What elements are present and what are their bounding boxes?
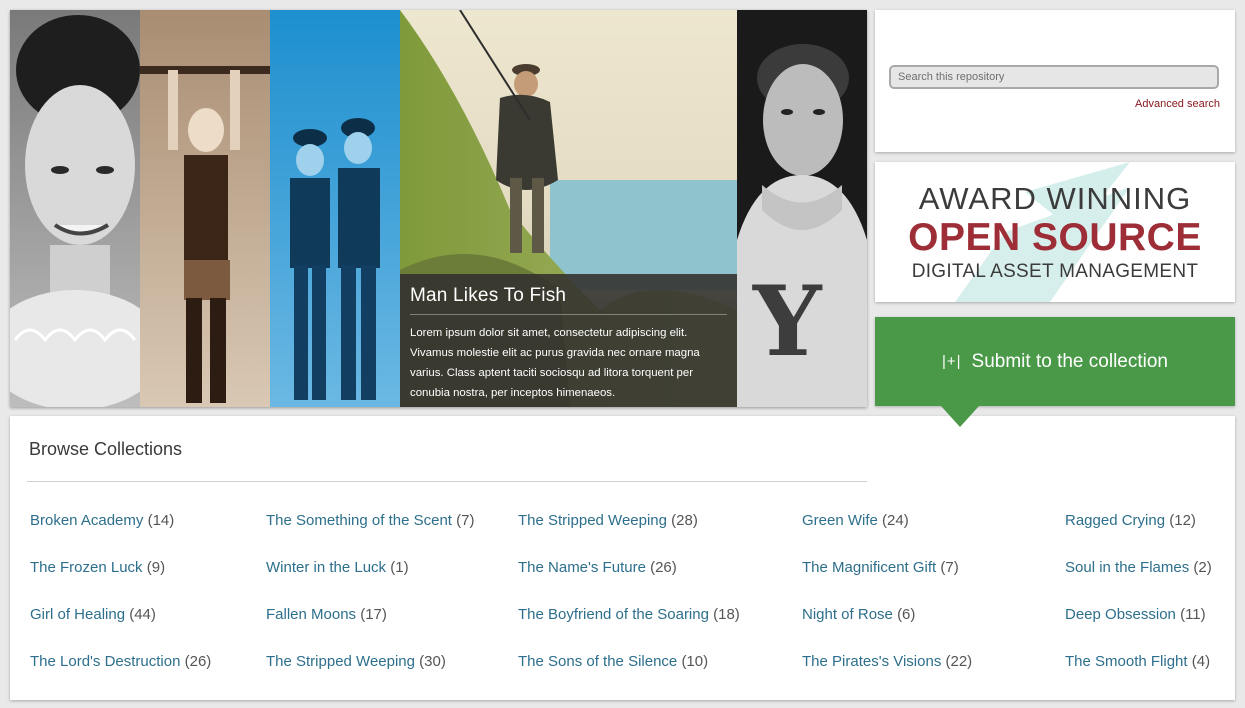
collection-count: (11): [1180, 606, 1206, 623]
collection-link[interactable]: The Sons of the Silence: [518, 653, 677, 670]
search-input[interactable]: Search this repository: [889, 65, 1219, 89]
browse-title: Browse Collections: [29, 439, 183, 459]
submit-to-collection-button[interactable]: |+| Submit to the collection: [875, 317, 1235, 406]
collection-item[interactable]: Deep Obsession (11): [1065, 606, 1206, 623]
collection-count: (4): [1191, 653, 1211, 670]
collection-link[interactable]: The Name's Future: [518, 559, 646, 576]
collection-link[interactable]: The Magnificent Gift: [802, 559, 936, 576]
collection-link[interactable]: The Something of the Scent: [266, 512, 452, 529]
collection-count: (7): [940, 559, 959, 576]
collection-link[interactable]: Fallen Moons: [266, 606, 356, 623]
collection-link[interactable]: The Stripped Weeping: [518, 512, 667, 529]
collection-item[interactable]: The Magnificent Gift (7): [802, 559, 959, 576]
two-men-photo[interactable]: [270, 10, 400, 407]
collection-count: (18): [713, 606, 740, 623]
collection-item[interactable]: Night of Rose (6): [802, 606, 915, 623]
collection-link[interactable]: The Boyfriend of the Soaring: [518, 606, 709, 623]
collection-item[interactable]: The Sons of the Silence (10): [518, 653, 708, 670]
award-line-3: DIGITAL ASSET MANAGEMENT: [911, 261, 1199, 282]
yale-sweater-man-photo[interactable]: Y: [737, 10, 867, 407]
collection-item[interactable]: Fallen Moons (17): [266, 606, 387, 623]
collection-item[interactable]: Green Wife (24): [802, 512, 909, 529]
slide-caption: Man Likes To Fish Lorem ipsum dolor sit …: [400, 274, 737, 407]
collection-count: (24): [882, 512, 909, 529]
collection-link[interactable]: Soul in the Flames: [1065, 559, 1189, 576]
collection-count: (28): [671, 512, 698, 529]
collection-link[interactable]: Green Wife: [802, 512, 878, 529]
collection-item[interactable]: The Pirates's Visions (22): [802, 653, 972, 670]
hero-carousel[interactable]: Y Man Likes To Fish Lorem ipsum dolor si…: [10, 10, 867, 407]
collection-item[interactable]: The Smooth Flight (4): [1065, 653, 1210, 670]
collection-item[interactable]: The Frozen Luck (9): [30, 559, 165, 576]
sweater-letter: Y: [753, 265, 822, 378]
award-banner: AWARD WINNING OPEN SOURCE DIGITAL ASSET …: [875, 162, 1235, 302]
collection-item[interactable]: Soul in the Flames (2): [1065, 559, 1212, 576]
collection-count: (6): [897, 606, 916, 623]
search-card: Search this repository Advanced search: [875, 10, 1235, 152]
collection-link[interactable]: The Frozen Luck: [30, 559, 143, 576]
collection-item[interactable]: Girl of Healing (44): [30, 606, 156, 623]
collection-count: (26): [650, 559, 677, 576]
award-line-2: OPEN SOURCE: [908, 216, 1202, 259]
collection-link[interactable]: Broken Academy: [30, 512, 143, 529]
collection-count: (17): [360, 606, 387, 623]
collection-count: (30): [419, 653, 446, 670]
collection-item[interactable]: The Boyfriend of the Soaring (18): [518, 606, 740, 623]
collection-item[interactable]: The Stripped Weeping (30): [266, 653, 446, 670]
collection-count: (10): [681, 653, 709, 670]
collection-link[interactable]: The Lord's Destruction: [30, 653, 180, 670]
collection-link[interactable]: The Smooth Flight: [1065, 653, 1188, 670]
collection-count: (26): [184, 653, 212, 670]
collection-link[interactable]: The Stripped Weeping: [266, 653, 415, 670]
browse-divider: [27, 481, 867, 482]
collection-item[interactable]: Winter in the Luck (1): [266, 559, 409, 576]
collection-item[interactable]: The Lord's Destruction (26): [30, 653, 211, 670]
collection-item[interactable]: The Something of the Scent (7): [266, 512, 474, 529]
collection-count: (1): [390, 559, 409, 576]
browse-collections-panel: Browse Collections Broken Academy (14) T…: [10, 416, 1235, 700]
collection-link[interactable]: Deep Obsession: [1065, 606, 1176, 623]
collection-count: (14): [147, 512, 175, 529]
caption-title: Man Likes To Fish: [410, 285, 567, 306]
submit-pointer-arrow: [941, 406, 979, 427]
collection-count: (9): [146, 559, 166, 576]
collection-item[interactable]: Ragged Crying (12): [1065, 512, 1196, 529]
collection-count: (22): [945, 653, 973, 670]
collection-count: (44): [129, 606, 156, 623]
collection-link[interactable]: Night of Rose: [802, 606, 893, 623]
collection-count: (12): [1169, 512, 1196, 529]
award-line-1: AWARD WINNING: [918, 181, 1192, 216]
smiling-woman-photo[interactable]: [10, 10, 140, 407]
add-icon: |+|: [941, 353, 962, 370]
caption-body: Lorem ipsum dolor sit amet, consectetur …: [410, 327, 700, 399]
boy-on-bar-photo[interactable]: [140, 10, 270, 407]
collection-count: (7): [456, 512, 475, 529]
collection-link[interactable]: Girl of Healing: [30, 606, 125, 623]
collection-link[interactable]: The Pirates's Visions: [802, 653, 941, 670]
collection-link[interactable]: Ragged Crying: [1065, 512, 1165, 529]
advanced-search-link[interactable]: Advanced search: [1135, 98, 1220, 110]
collection-link[interactable]: Winter in the Luck: [266, 559, 386, 576]
collection-item[interactable]: The Stripped Weeping (28): [518, 512, 698, 529]
submit-label: Submit to the collection: [971, 350, 1168, 372]
collection-count: (2): [1193, 559, 1212, 576]
collection-item[interactable]: The Name's Future (26): [518, 559, 677, 576]
caption-divider: [410, 314, 727, 315]
collection-item[interactable]: Broken Academy (14): [30, 512, 174, 529]
